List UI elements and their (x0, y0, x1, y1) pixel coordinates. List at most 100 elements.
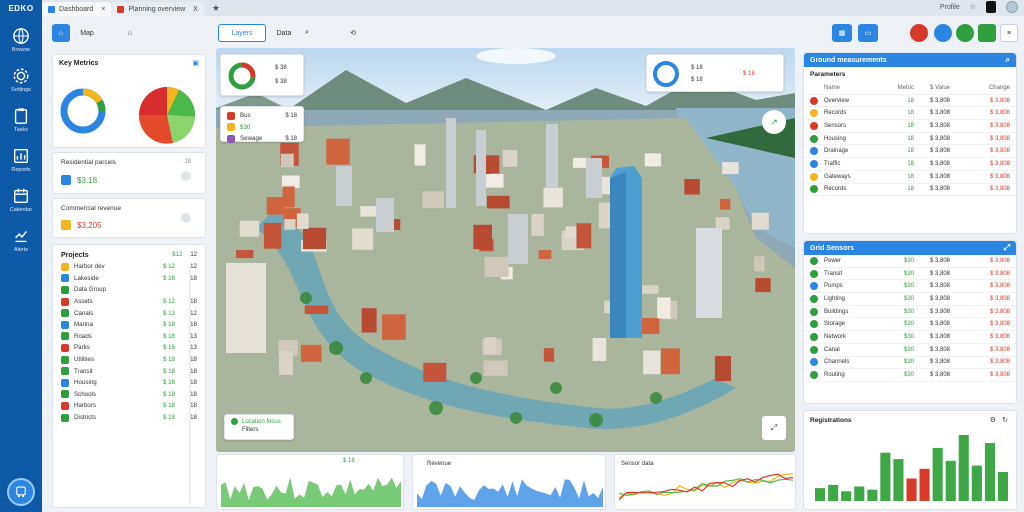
expand-icon[interactable]: ▣ (192, 59, 199, 67)
status-button[interactable] (956, 24, 974, 42)
layer-row[interactable]: $30 (227, 122, 297, 134)
refresh-icon[interactable]: ↻ (1002, 416, 1008, 424)
city-map[interactable]: $ 38 $ 38 Bus $ 18 $30 Sewage $ 18 $ 18 $ … (216, 48, 795, 452)
table-row[interactable]: Routing $30 $ 3,808 $ 3,808 (804, 369, 1016, 382)
compass-button[interactable]: ↗ (762, 110, 786, 134)
bar[interactable] (958, 435, 969, 501)
list-item[interactable]: Assets $ 12 18 (61, 296, 197, 308)
table-row[interactable]: Records 18 $ 3,808 $ 3,808 (804, 184, 1016, 197)
avatar[interactable] (1006, 1, 1018, 13)
list-item[interactable]: Canals $ 13 12 (61, 307, 197, 319)
bar[interactable] (997, 472, 1008, 501)
row-value: $ 3,808 (929, 122, 950, 129)
bell-button[interactable]: ⌂ (122, 24, 138, 42)
search-button[interactable]: ⌕ (300, 24, 314, 42)
list-item[interactable]: Harbors $ 18 18 (61, 400, 197, 412)
settings-icon[interactable]: ⚙ (990, 416, 996, 424)
table-row[interactable]: Housing 18 $ 3,808 $ 3,808 (804, 133, 1016, 146)
transit-button[interactable] (7, 478, 35, 506)
grid-button[interactable]: ▦ (832, 24, 852, 42)
layer-row[interactable]: Sewage $ 18 (227, 133, 297, 145)
star-icon[interactable]: ★ (212, 3, 220, 14)
bar[interactable] (867, 489, 878, 501)
table-row[interactable]: Pumps $30 $ 3,808 $ 3,808 (804, 280, 1016, 294)
fullscreen-button[interactable]: ⤢ (762, 416, 786, 440)
bar[interactable] (906, 478, 917, 502)
table-row[interactable]: Canal $30 $ 3,808 $ 3,808 (804, 344, 1016, 357)
tab-dashboard[interactable]: Dashboard × (42, 2, 112, 16)
extension-icon[interactable] (986, 1, 996, 13)
bar[interactable] (945, 460, 956, 501)
stat-card-residential[interactable]: Residential parcels 18 $3.18 (52, 152, 206, 194)
bar[interactable] (893, 459, 904, 501)
table-row[interactable]: Transit $30 $ 3,808 $ 3,808 (804, 268, 1016, 281)
toggle-dot[interactable] (181, 213, 191, 223)
table-row[interactable]: Gateways 18 $ 3,808 $ 3,808 (804, 171, 1016, 184)
list-item[interactable]: Housing $ 18 18 (61, 377, 197, 389)
rail-item-calendar[interactable]: Calendar (10, 187, 32, 213)
list-item[interactable]: Roads $ 18 13 (61, 331, 197, 343)
export-button[interactable]: ▭ (858, 24, 878, 42)
mini-donut-card[interactable]: $ 38 $ 38 (220, 54, 304, 96)
rail-item-tasks[interactable]: Tasks (12, 107, 30, 133)
stat-card-commercial[interactable]: Commercial revenue $3,205 (52, 198, 206, 238)
rail-item-alerts[interactable]: Alerts (12, 227, 30, 253)
table-row[interactable]: Buildings $30 $ 3,808 $ 3,808 (804, 306, 1016, 319)
table-row[interactable]: Network $30 $ 3,808 $ 3,808 (804, 331, 1016, 344)
location-legend[interactable]: Location focus Filters (224, 414, 294, 440)
mini-ring-card[interactable]: $ 18 $ 18 $ 18 (646, 54, 784, 92)
list-item[interactable]: Transit $ 18 18 (61, 365, 197, 377)
layers-legend[interactable]: Bus $ 18 $30 Sewage $ 18 (220, 106, 304, 145)
map-button[interactable]: Map (76, 24, 98, 42)
list-item[interactable]: Parks $ 16 13 (61, 342, 197, 354)
home-button[interactable]: ⌂ (52, 24, 70, 42)
rail-item-settings[interactable]: Settings (11, 67, 31, 93)
sensors-header[interactable]: Grid Sensors ⤢ (804, 241, 1016, 255)
toggle-dot[interactable] (181, 171, 191, 181)
alert-button[interactable] (910, 24, 928, 42)
table-row[interactable]: Overview 18 $ 3,808 $ 3,808 (804, 95, 1016, 108)
table-row[interactable]: Records 18 $ 3,808 $ 3,808 (804, 107, 1016, 121)
layers-button[interactable]: Layers (218, 24, 266, 42)
bar[interactable] (841, 491, 852, 501)
bar[interactable] (854, 486, 865, 502)
data-button[interactable]: Data (272, 24, 296, 42)
close-icon[interactable]: × (101, 6, 105, 13)
bar[interactable] (984, 443, 995, 501)
link-button[interactable]: ⟲ (346, 24, 360, 42)
menu-button[interactable]: ≡ (1000, 24, 1018, 42)
list-item[interactable]: Districts $ 18 18 (61, 412, 197, 424)
table-row[interactable]: Traffic 18 $ 3,808 $ 3,808 (804, 158, 1016, 171)
bar[interactable] (828, 484, 839, 501)
bar[interactable] (971, 465, 982, 501)
table-row[interactable]: Power $30 $ 3,808 $ 3,808 (804, 255, 1016, 268)
list-item[interactable]: Marina $ 18 18 (61, 319, 197, 331)
table-row[interactable]: Sensors 18 $ 3,808 $ 3,808 (804, 120, 1016, 133)
search-header[interactable]: Ground measurements ⌕ (804, 53, 1016, 67)
search-icon[interactable]: ⌕ (1006, 55, 1010, 65)
rail-item-reports[interactable]: Reports (11, 147, 31, 173)
profile-label[interactable]: Profile (940, 4, 960, 11)
scrollbar[interactable] (189, 267, 191, 503)
bar[interactable] (880, 452, 891, 501)
table-row[interactable]: Lighting $30 $ 3,808 $ 3,808 (804, 293, 1016, 306)
expand-icon[interactable]: ⤢ (1004, 243, 1010, 253)
list-item[interactable]: Data Group (61, 284, 197, 296)
table-row[interactable]: Channels $30 $ 3,808 $ 3,808 (804, 357, 1016, 370)
list-item[interactable]: Utilities $ 18 18 (61, 354, 197, 366)
share-button[interactable] (978, 24, 996, 42)
list-item[interactable]: Lakeside $ 18 18 (61, 273, 197, 285)
close-icon[interactable]: X (193, 6, 198, 13)
list-item[interactable]: Schools $ 18 18 (61, 389, 197, 401)
tab-planning[interactable]: Planning overview X (111, 2, 204, 16)
rail-item-browse[interactable]: Browse (12, 27, 30, 53)
bar[interactable] (932, 447, 943, 501)
table-row[interactable]: Storage $30 $ 3,808 $ 3,808 (804, 318, 1016, 332)
layer-row[interactable]: Bus $ 18 (227, 110, 297, 122)
bar[interactable] (919, 468, 930, 501)
bookmark-icon[interactable]: ☆ (970, 3, 976, 11)
list-item[interactable]: Harbor dev $ 12 12 (61, 261, 197, 273)
info-button[interactable] (934, 24, 952, 42)
table-row[interactable]: Drainage 18 $ 3,808 $ 3,808 (804, 145, 1016, 159)
bar[interactable] (815, 488, 826, 501)
